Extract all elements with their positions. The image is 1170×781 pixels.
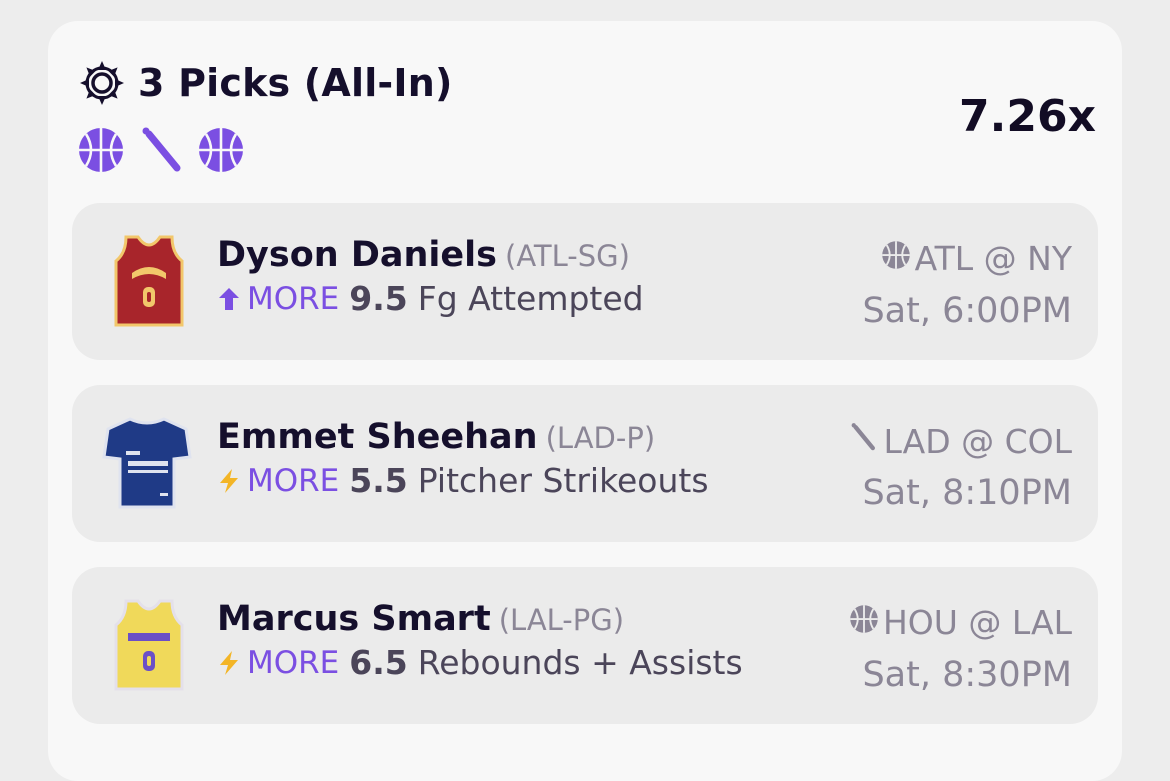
player-line: Emmet Sheehan (LAD-P) [217, 417, 655, 457]
stat-name: Fg Attempted [417, 279, 644, 318]
matchup-line: ATL @ NY [881, 239, 1072, 278]
more-label: MORE [247, 644, 340, 681]
arrow-up-icon [217, 286, 241, 312]
baseball-jersey-icon [102, 415, 192, 511]
player-position: (LAD-P) [545, 421, 656, 455]
entry-title: 3 Picks (All-In) [138, 61, 453, 105]
entry-sport-icons [77, 124, 245, 180]
player-name: Marcus Smart [217, 599, 491, 639]
stat-line: MORE 5.5 Pitcher Strikeouts [217, 461, 709, 500]
basketball-jersey-icon [112, 597, 186, 693]
player-line: Dyson Daniels (ATL-SG) [217, 235, 630, 275]
sun-icon [76, 57, 128, 109]
player-name: Dyson Daniels [217, 235, 497, 275]
lightning-icon [217, 650, 241, 676]
pick-row[interactable]: Marcus Smart (LAL-PG) MORE 6.5 Rebounds +… [72, 567, 1098, 724]
game-time: Sat, 6:00PM [862, 291, 1072, 331]
matchup: HOU @ LAL [882, 603, 1072, 642]
lightning-icon [217, 468, 241, 494]
line-value: 6.5 [349, 643, 408, 682]
matchup-line: LAD @ COL [847, 421, 1072, 461]
basketball-icon [197, 126, 245, 178]
player-position: (ATL-SG) [505, 239, 630, 273]
entry-title-row: 3 Picks (All-In) [76, 57, 453, 109]
entry-card[interactable]: 3 Picks (All-In) 7.26x Dyson Daniels (AT… [48, 21, 1122, 781]
matchup-line: HOU @ LAL [849, 603, 1072, 642]
line-value: 5.5 [349, 461, 408, 500]
game-time: Sat, 8:30PM [862, 655, 1072, 695]
baseball-bat-icon [847, 421, 883, 461]
entry-header: 3 Picks (All-In) 7.26x [48, 21, 1122, 201]
player-position: (LAL-PG) [498, 603, 625, 637]
player-line: Marcus Smart (LAL-PG) [217, 599, 624, 639]
pick-row[interactable]: Dyson Daniels (ATL-SG) MORE 9.5 Fg Attemp… [72, 203, 1098, 360]
basketball-icon [77, 126, 125, 178]
player-name: Emmet Sheehan [217, 417, 538, 457]
baseball-bat-icon [135, 124, 187, 180]
stat-line: MORE 6.5 Rebounds + Assists [217, 643, 743, 682]
stat-name: Pitcher Strikeouts [417, 461, 709, 500]
line-value: 9.5 [349, 279, 408, 318]
matchup: LAD @ COL [883, 421, 1072, 461]
more-label: MORE [247, 280, 340, 317]
stat-name: Rebounds + Assists [417, 643, 743, 682]
pick-row[interactable]: Emmet Sheehan (LAD-P) MORE 5.5 Pitcher St… [72, 385, 1098, 542]
basketball-jersey-icon [112, 233, 186, 329]
matchup: ATL @ NY [914, 239, 1072, 278]
game-time: Sat, 8:10PM [862, 473, 1072, 513]
more-label: MORE [247, 462, 340, 499]
stat-line: MORE 9.5 Fg Attempted [217, 279, 644, 318]
basketball-icon [881, 239, 915, 278]
basketball-icon [849, 603, 883, 642]
payout-multiplier: 7.26x [959, 91, 1096, 142]
